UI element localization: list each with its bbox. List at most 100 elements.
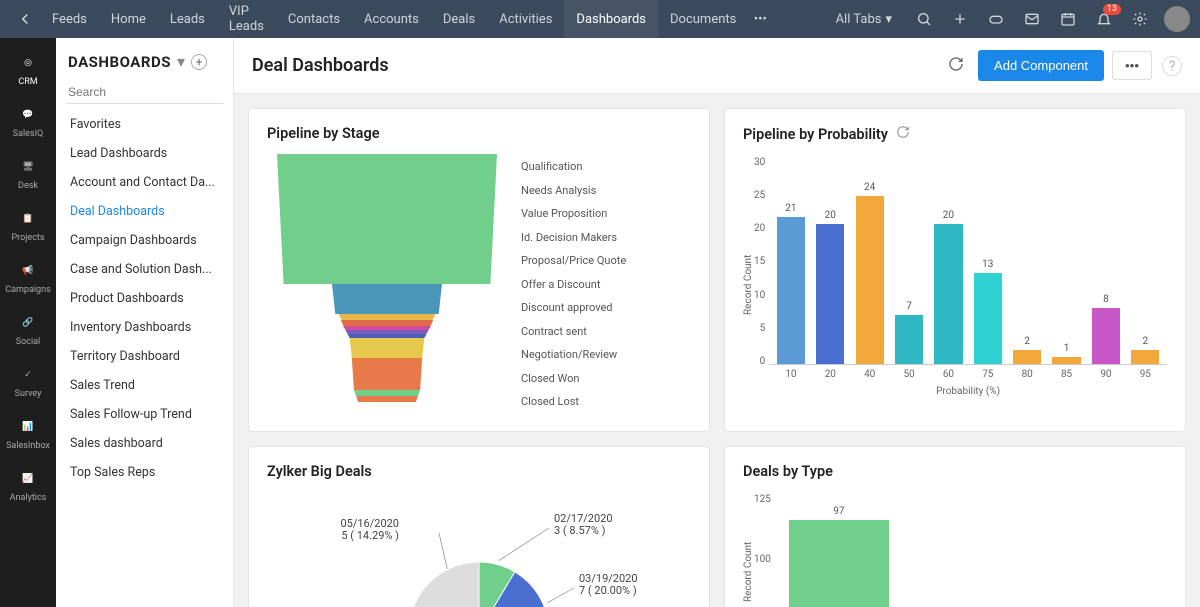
more-actions-button[interactable]: ••• bbox=[1112, 51, 1152, 80]
plus-icon[interactable] bbox=[948, 7, 972, 31]
bar-chart: 212024720132182 bbox=[769, 155, 1167, 365]
add-component-button[interactable]: Add Component bbox=[978, 50, 1104, 81]
funnel-stage-label: Closed Lost bbox=[521, 395, 626, 408]
calendar-icon[interactable] bbox=[1056, 7, 1080, 31]
card-title: Pipeline by Probability bbox=[743, 126, 888, 143]
main: Deal Dashboards Add Component ••• ? Pipe… bbox=[234, 38, 1200, 607]
sidebar-item[interactable]: Lead Dashboards bbox=[56, 139, 233, 168]
bar: 21 bbox=[777, 217, 805, 364]
refresh-icon[interactable] bbox=[948, 56, 964, 76]
sidebar-item[interactable]: Sales Trend bbox=[56, 371, 233, 400]
page-title: Deal Dashboards bbox=[252, 55, 948, 76]
sidebar-item[interactable]: Top Sales Reps bbox=[56, 458, 233, 487]
sidebar-item[interactable]: Favorites bbox=[56, 110, 233, 139]
left-app-rail: ◎CRM💬SalesIQ🖥Desk📋Projects📢Campaigns🔗Soc… bbox=[0, 38, 56, 607]
rail-item-campaigns[interactable]: 📢Campaigns bbox=[0, 252, 56, 304]
bar-chart: 97 bbox=[775, 492, 1167, 607]
funnel-stage-label: Value Proposition bbox=[521, 207, 626, 220]
card-title: Pipeline by Stage bbox=[267, 125, 691, 142]
card-pipeline-by-probability: Pipeline by Probability Record Count 302… bbox=[724, 108, 1186, 432]
pie-slice-label: 3 ( 8.57% ) bbox=[554, 524, 606, 537]
y-axis-label: Record Count bbox=[743, 155, 754, 415]
nav-tab-dashboards[interactable]: Dashboards bbox=[564, 0, 658, 38]
sidebar-item[interactable]: Case and Solution Dash... bbox=[56, 255, 233, 284]
nav-tab-activities[interactable]: Activities bbox=[487, 0, 564, 38]
bell-icon[interactable]: 13 bbox=[1092, 7, 1116, 31]
rail-item-salesiq[interactable]: 💬SalesIQ bbox=[0, 96, 56, 148]
funnel-stage-label: Contract sent bbox=[521, 325, 626, 338]
funnel-stage-label: Needs Analysis bbox=[521, 184, 626, 197]
topbar: FeedsHomeLeadsVIP LeadsContactsAccountsD… bbox=[0, 0, 1200, 38]
funnel-stage-label: Discount approved bbox=[521, 301, 626, 314]
sidebar-item[interactable]: Deal Dashboards bbox=[56, 197, 233, 226]
card-title: Deals by Type bbox=[743, 463, 1167, 480]
back-icon[interactable] bbox=[10, 10, 40, 28]
sidebar-item[interactable]: Inventory Dashboards bbox=[56, 313, 233, 342]
sidebar-title: DASHBOARDS bbox=[68, 53, 171, 71]
nav-tab-deals[interactable]: Deals bbox=[431, 0, 487, 38]
pie-chart: 02/17/20203 ( 8.57% )03/19/20207 ( 20.00… bbox=[289, 492, 669, 607]
rail-item-crm[interactable]: ◎CRM bbox=[0, 44, 56, 96]
bar: 20 bbox=[934, 224, 962, 364]
card-deals-by-type: Deals by Type Record Count 12510075 97 bbox=[724, 446, 1186, 607]
bar: 2 bbox=[1131, 350, 1159, 364]
funnel-stage-label: Closed Won bbox=[521, 372, 626, 385]
rail-item-survey[interactable]: ✓Survey bbox=[0, 356, 56, 408]
search-input[interactable] bbox=[66, 81, 223, 104]
rail-item-social[interactable]: 🔗Social bbox=[0, 304, 56, 356]
bar: 24 bbox=[856, 196, 884, 364]
sidebar-item[interactable]: Product Dashboards bbox=[56, 284, 233, 313]
funnel-stage-label: Negotiation/Review bbox=[521, 348, 626, 361]
nav-tab-contacts[interactable]: Contacts bbox=[276, 0, 352, 38]
chevron-down-icon[interactable]: ▾ bbox=[177, 52, 185, 71]
sidebar: DASHBOARDS ▾ + FavoritesLead DashboardsA… bbox=[56, 38, 234, 607]
gamepad-icon[interactable] bbox=[984, 7, 1008, 31]
sidebar-item[interactable]: Campaign Dashboards bbox=[56, 226, 233, 255]
sidebar-item[interactable]: Account and Contact Da... bbox=[56, 168, 233, 197]
notification-badge: 13 bbox=[1103, 4, 1121, 15]
pie-slice-label: 7 ( 20.00% ) bbox=[579, 584, 637, 597]
funnel-chart bbox=[267, 154, 507, 414]
funnel-stage-label: Proposal/Price Quote bbox=[521, 254, 626, 267]
bar: 13 bbox=[974, 273, 1002, 364]
rail-item-desk[interactable]: 🖥Desk bbox=[0, 148, 56, 200]
bar: 20 bbox=[816, 224, 844, 364]
sidebar-item[interactable]: Sales Follow-up Trend bbox=[56, 400, 233, 429]
rail-item-projects[interactable]: 📋Projects bbox=[0, 200, 56, 252]
bar: 97 bbox=[789, 520, 889, 607]
rail-item-salesinbox[interactable]: 📊SalesInbox bbox=[0, 408, 56, 460]
chevron-down-icon: ▾ bbox=[885, 12, 892, 27]
pie-slice-label: 5 ( 14.29% ) bbox=[341, 529, 399, 542]
y-axis-label: Record Count bbox=[743, 492, 754, 607]
nav-tab-feeds[interactable]: Feeds bbox=[40, 0, 99, 38]
nav-tab-vip-leads[interactable]: VIP Leads bbox=[217, 0, 276, 38]
card-pipeline-by-stage: Pipeline by Stage Qualification Needs Ana… bbox=[248, 108, 710, 432]
top-nav-tabs: FeedsHomeLeadsVIP LeadsContactsAccountsD… bbox=[40, 0, 748, 38]
bar: 7 bbox=[895, 315, 923, 364]
avatar[interactable] bbox=[1164, 6, 1190, 32]
sidebar-item[interactable]: Territory Dashboard bbox=[56, 342, 233, 371]
card-zylker-big-deals: Zylker Big Deals 02/17/20203 ( 8.57% )03… bbox=[248, 446, 710, 607]
gear-icon[interactable] bbox=[1128, 7, 1152, 31]
mail-icon[interactable] bbox=[1020, 7, 1044, 31]
nav-tab-documents[interactable]: Documents bbox=[658, 0, 748, 38]
bar: 1 bbox=[1052, 357, 1080, 364]
nav-tab-accounts[interactable]: Accounts bbox=[352, 0, 431, 38]
nav-tab-home[interactable]: Home bbox=[99, 0, 158, 38]
x-axis-label: Probability (%) bbox=[769, 386, 1167, 397]
funnel-stage-label: Qualification bbox=[521, 160, 626, 173]
rail-item-analytics[interactable]: 📈Analytics bbox=[0, 460, 56, 512]
help-icon[interactable]: ? bbox=[1162, 56, 1182, 76]
sidebar-item[interactable]: Sales dashboard bbox=[56, 429, 233, 458]
search-icon[interactable] bbox=[912, 7, 936, 31]
bar: 2 bbox=[1013, 350, 1041, 364]
more-tabs-icon[interactable]: ••• bbox=[748, 7, 772, 31]
all-tabs-dropdown[interactable]: All Tabs ▾ bbox=[826, 12, 902, 27]
funnel-stage-label: Offer a Discount bbox=[521, 278, 626, 291]
refresh-icon[interactable] bbox=[896, 125, 910, 143]
funnel-stage-label: Id. Decision Makers bbox=[521, 231, 626, 244]
bar: 8 bbox=[1092, 308, 1120, 364]
add-dashboard-icon[interactable]: + bbox=[191, 54, 207, 70]
nav-tab-leads[interactable]: Leads bbox=[158, 0, 217, 38]
card-title: Zylker Big Deals bbox=[267, 463, 691, 480]
